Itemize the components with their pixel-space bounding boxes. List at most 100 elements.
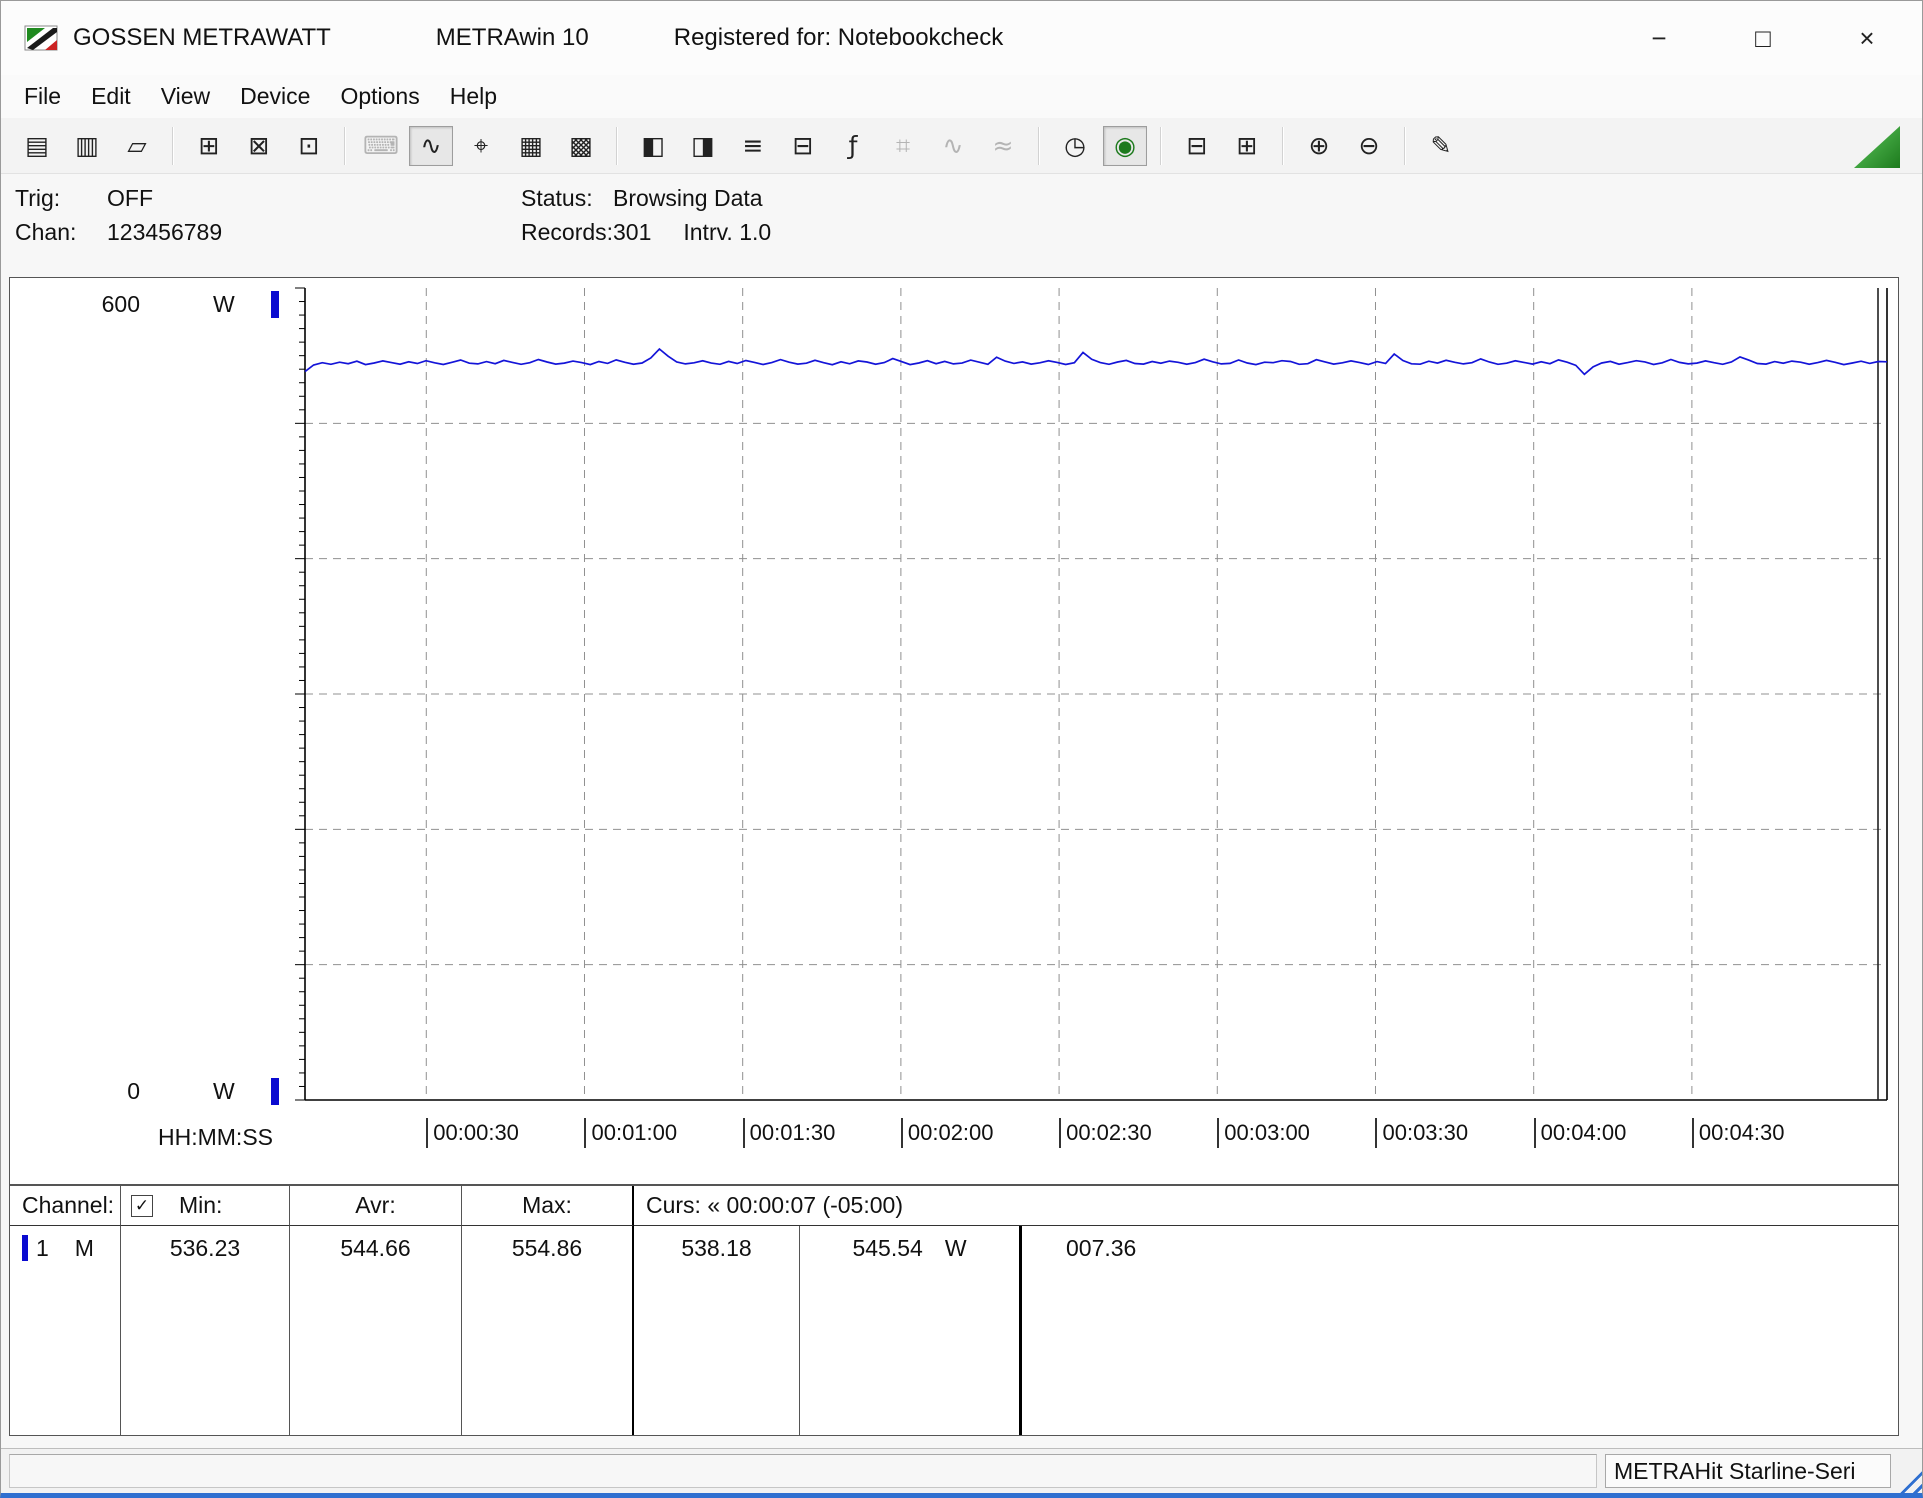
window-arrange-icon[interactable]: ◧	[631, 126, 675, 166]
series-line-channel-1	[305, 349, 1887, 374]
min-value: 536.23	[121, 1226, 290, 1435]
close-button[interactable]: ×	[1832, 8, 1902, 68]
x-tick-label: 00:00:30	[426, 1118, 519, 1148]
window-cascade-icon[interactable]: ◨	[681, 126, 725, 166]
channel-number: 1	[36, 1235, 49, 1262]
x-tick-label: 00:02:00	[901, 1118, 994, 1148]
registered-for-text: Registered for: Notebookcheck	[674, 24, 1004, 52]
status-bar-field	[9, 1454, 1597, 1488]
minimize-button[interactable]: −	[1624, 8, 1694, 68]
power-chart	[285, 278, 1895, 1158]
x-tick-label: 00:04:00	[1534, 1118, 1627, 1148]
cursor-b-unit: W	[945, 1235, 967, 1262]
status-value: Browsing Data	[613, 185, 763, 211]
brand-title: GOSSEN METRAWATT	[73, 24, 331, 52]
device-name-box: METRAHit Starline-Seri	[1605, 1454, 1891, 1488]
table-view-icon[interactable]: ▦	[509, 126, 553, 166]
save-icon[interactable]: ▤	[15, 126, 59, 166]
xy-chart-view-icon[interactable]: ⌖	[459, 126, 503, 166]
trigger-status: Trig:OFF	[15, 181, 222, 215]
meter-clock-icon[interactable]: ◷	[1053, 126, 1097, 166]
browse-status: Status:Browsing Data	[521, 181, 771, 215]
col-header-avr: Avr:	[290, 1186, 462, 1226]
interval-value: 1.0	[739, 219, 771, 245]
title-bar: GOSSEN METRAWATT METRAwin 10 Registered …	[1, 1, 1922, 75]
status-bar: METRAHit Starline-Seri	[1, 1448, 1922, 1493]
menu-view[interactable]: View	[146, 77, 225, 116]
annotation-icon[interactable]: ✎	[1419, 126, 1463, 166]
export-clipboard-icon[interactable]: ⊡	[287, 126, 331, 166]
save-as-icon[interactable]: ▥	[65, 126, 109, 166]
channel-status: Chan:123456789	[15, 215, 222, 249]
export-report-icon[interactable]: ⊞	[187, 126, 231, 166]
wave-multi-icon: ≈	[981, 126, 1025, 166]
channel-cell: 1 M	[10, 1226, 121, 1435]
formula-icon[interactable]: ƒ	[831, 126, 875, 166]
channel-color-bar	[22, 1235, 28, 1261]
interval-label: Intrv.	[683, 219, 732, 245]
menu-edit[interactable]: Edit	[76, 77, 146, 116]
col-header-max: Max:	[462, 1186, 634, 1226]
min-header-label: Min:	[179, 1192, 222, 1219]
xt-chart-view-icon[interactable]: ∿	[409, 126, 453, 166]
window-controls: − □ ×	[1624, 8, 1902, 68]
toolbar-separator	[172, 127, 174, 165]
channel-visible-checkbox[interactable]: ✓	[131, 1195, 153, 1217]
toolbar-separator	[344, 127, 346, 165]
chan-value: 123456789	[107, 219, 222, 245]
x-tick-label: 00:03:30	[1375, 1118, 1468, 1148]
records-label: Records:	[521, 215, 613, 249]
print-preview-icon[interactable]: ⊞	[1225, 126, 1269, 166]
toolbar-separator	[616, 127, 618, 165]
col-header-channel: Channel:	[10, 1186, 121, 1226]
status-label: Status:	[521, 181, 613, 215]
x-tick-label: 00:01:00	[584, 1118, 677, 1148]
zoom-out-icon[interactable]: ⊖	[1347, 126, 1391, 166]
numeric-view-icon: ⌨	[359, 126, 403, 166]
timeline-icon[interactable]: ≡	[731, 126, 775, 166]
chan-label: Chan:	[15, 215, 107, 249]
y-axis-max-unit: W	[213, 291, 235, 318]
menu-bar: FileEditViewDeviceOptionsHelp	[1, 75, 1922, 118]
x-tick-label: 00:04:30	[1692, 1118, 1785, 1148]
menu-options[interactable]: Options	[325, 77, 434, 116]
records-status: Records:301 Intrv. 1.0	[521, 215, 771, 249]
menu-device[interactable]: Device	[225, 77, 325, 116]
metrawin-window: GOSSEN METRAWATT METRAwin 10 Registered …	[0, 0, 1923, 1498]
channel-mode: M	[75, 1235, 94, 1262]
cursor-a-value: 538.18	[634, 1226, 800, 1435]
app-logo-icon	[23, 22, 59, 54]
y-axis-min-unit: W	[213, 1078, 235, 1105]
monitor-icon[interactable]: ⊟	[781, 126, 825, 166]
menu-help[interactable]: Help	[435, 77, 512, 116]
statistics-view-icon[interactable]: ▩	[559, 126, 603, 166]
max-value: 554.86	[462, 1226, 634, 1435]
export-data-icon[interactable]: ⊠	[237, 126, 281, 166]
toolbar: ▤▥▱⊞⊠⊡⌨∿⌖▦▩◧◨≡⊟ƒ⌗∿≈◷◉⊟⊞⊕⊖✎	[1, 118, 1922, 174]
x-axis-caption: HH:MM:SS	[158, 1124, 273, 1151]
avr-value: 544.66	[290, 1226, 462, 1435]
toolbar-separator	[1282, 127, 1284, 165]
y-axis-min-label: 0	[84, 1078, 140, 1105]
app-title: METRAwin 10	[436, 24, 589, 52]
zoom-in-icon[interactable]: ⊕	[1297, 126, 1341, 166]
resize-grip[interactable]	[1892, 1463, 1922, 1493]
menu-file[interactable]: File	[9, 77, 76, 116]
trig-label: Trig:	[15, 181, 107, 215]
cursor-delta-value: 007.36	[1022, 1226, 1898, 1435]
records-value: 301	[613, 219, 651, 245]
cursor-b-number: 545.54	[852, 1235, 922, 1262]
channel-color-marker-bottom	[271, 1078, 279, 1105]
x-tick-label: 00:01:30	[743, 1118, 836, 1148]
open-file-icon[interactable]: ▱	[115, 126, 159, 166]
wave-single-icon: ∿	[931, 126, 975, 166]
toolbar-separator	[1160, 127, 1162, 165]
connection-indicator-triangle-icon	[1854, 126, 1900, 168]
live-target-icon[interactable]: ◉	[1103, 126, 1147, 166]
col-header-cursor: Curs: « 00:00:07 (-05:00)	[634, 1186, 1898, 1226]
x-tick-label: 00:03:00	[1217, 1118, 1310, 1148]
cursor-b-value: 545.54 W	[800, 1226, 1022, 1435]
maximize-button[interactable]: □	[1728, 8, 1798, 68]
col-header-min: ✓ Min:	[121, 1186, 290, 1226]
print-icon[interactable]: ⊟	[1175, 126, 1219, 166]
